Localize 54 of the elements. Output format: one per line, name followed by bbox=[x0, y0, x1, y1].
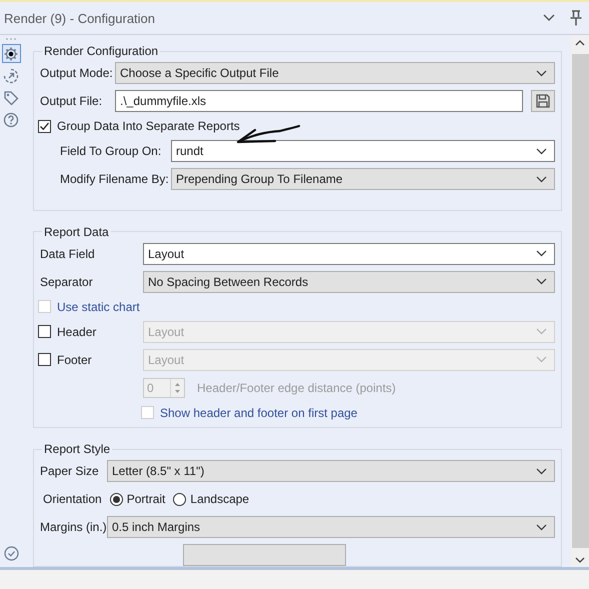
spinner-caption: Header/Footer edge distance (points) bbox=[197, 380, 396, 395]
field-label: Output Mode: bbox=[40, 66, 114, 80]
help-icon[interactable] bbox=[4, 112, 18, 127]
tag-icon[interactable] bbox=[4, 90, 18, 105]
radio-label: Portrait bbox=[126, 492, 166, 506]
window-title: Render (9) - Configuration bbox=[4, 10, 156, 26]
checkbox[interactable] bbox=[38, 325, 51, 338]
chevron-down-icon bbox=[536, 468, 547, 474]
scroll-down-icon[interactable] bbox=[575, 556, 585, 562]
field-label: Margins (in.) bbox=[40, 520, 107, 534]
chevron-down-icon[interactable] bbox=[543, 14, 555, 22]
field-label: Orientation bbox=[43, 492, 102, 506]
group-title: Report Data bbox=[43, 224, 110, 239]
scrollbar[interactable] bbox=[571, 35, 589, 567]
group-title: Render Configuration bbox=[43, 44, 160, 58]
field-label: Paper Size bbox=[40, 464, 100, 478]
field-label: Field To Group On: bbox=[60, 144, 162, 158]
radio-button[interactable] bbox=[110, 492, 123, 506]
chevron-down-icon bbox=[536, 70, 547, 76]
checkbox-label: Header bbox=[57, 324, 98, 339]
dropdown[interactable]: rundt bbox=[171, 140, 555, 162]
settings-icon[interactable] bbox=[4, 46, 18, 61]
checkbox-label: Group Data Into Separate Reports bbox=[57, 119, 240, 133]
save-button[interactable] bbox=[531, 90, 555, 112]
group-title: Report Style bbox=[43, 442, 112, 456]
circular-arrow-icon[interactable] bbox=[4, 68, 18, 83]
dropdown[interactable]: No Spacing Between Records bbox=[143, 270, 555, 293]
pin-icon[interactable] bbox=[569, 10, 583, 26]
scroll-up-icon[interactable] bbox=[575, 40, 585, 46]
radio-button[interactable] bbox=[173, 492, 186, 506]
chevron-down-icon bbox=[536, 524, 547, 530]
dropdown[interactable]: Letter (8.5" x 11") bbox=[107, 460, 555, 482]
chevron-down-icon bbox=[536, 356, 547, 364]
dropdown[interactable]: Layout bbox=[143, 242, 555, 265]
checkbox[interactable] bbox=[38, 120, 51, 132]
field-label: Modify Filename By: bbox=[60, 172, 170, 186]
dropdown[interactable]: Prepending Group To Filename bbox=[171, 168, 555, 190]
field-label: Separator bbox=[40, 274, 94, 289]
field-label: Output File: bbox=[40, 94, 104, 108]
chevron-down-icon bbox=[536, 328, 547, 336]
chevron-down-icon bbox=[536, 250, 547, 258]
checkbox[interactable] bbox=[38, 353, 51, 366]
chevron-down-icon bbox=[536, 278, 547, 286]
checkbox-label: Show header and footer on first page bbox=[160, 406, 358, 420]
file-path-field[interactable]: .\_dummyfile.xls bbox=[115, 90, 523, 112]
radio-label: Landscape bbox=[190, 492, 250, 506]
chevron-down-icon bbox=[536, 176, 547, 182]
dropdown[interactable]: Choose a Specific Output File bbox=[115, 62, 555, 84]
checkbox-label: Use static chart bbox=[57, 300, 140, 314]
chevron-down-icon bbox=[536, 148, 547, 154]
check-circle-icon bbox=[4, 546, 18, 561]
dropdown[interactable]: 0.5 inch Margins bbox=[107, 516, 555, 538]
checkbox-label: Footer bbox=[57, 352, 93, 367]
field-label: Data Field bbox=[40, 246, 96, 261]
